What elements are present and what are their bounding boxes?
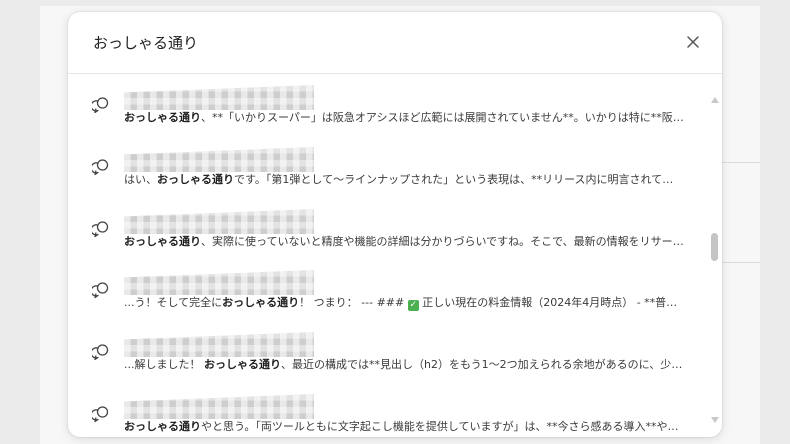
chat-bubble-icon — [92, 343, 110, 361]
redacted-title — [124, 270, 314, 295]
snippet-after: やと思う。「両ツールともに文字起こし機能を提供していますが」は、**今さら感ある… — [201, 420, 684, 433]
snippet-match: おっしゃる通り — [204, 358, 281, 371]
redacted-title — [124, 147, 314, 172]
snippet-match: おっしゃる通り — [124, 111, 201, 124]
scroll-down-arrow[interactable] — [711, 417, 719, 423]
close-button[interactable] — [682, 31, 704, 53]
chat-bubble-icon — [92, 281, 110, 299]
snippet-after: 、最近の構成では**見出し（h2）をもう1〜2つ加えられる余地があるのに、少なめ… — [281, 358, 684, 371]
snippet-after: 、**「いかりスーパー」は阪急オアシスほど広範には展開されていません**。いかり… — [201, 111, 684, 124]
dialog-header: おっしゃる通り — [68, 12, 722, 74]
chat-bubble-icon — [92, 96, 110, 114]
chat-bubble-icon — [92, 220, 110, 238]
result-item[interactable]: おっしゃる通りやと思う。「両ツールともに文字起こし機能を提供していますが」は、*… — [68, 390, 708, 437]
snippet-after: ！ つまり： --- ### ✓ 正しい現在の料金情報（2024年4月時点） -… — [299, 296, 684, 311]
snippet-after: 、実際に使っていないと精度や機能の詳細は分かりづらいですね。そこで、最新の情報を… — [201, 235, 684, 248]
snippet-before: ...解しました！ — [124, 358, 204, 371]
backdrop-divider — [722, 162, 760, 163]
snippet-after: です。「第1弾として〜ラインナップされた」という表現は、**リリース内に明言され… — [234, 173, 684, 186]
result-snippet: ...う！そして完全におっしゃる通り！ つまり： --- ### ✓ 正しい現在… — [124, 295, 684, 311]
backdrop-divider — [722, 262, 760, 263]
redacted-title — [124, 394, 314, 419]
check-icon: ✓ — [407, 300, 419, 311]
result-item[interactable]: はい、おっしゃる通りです。「第1弾として〜ラインナップされた」という表現は、**… — [68, 143, 708, 205]
redacted-title — [124, 332, 314, 357]
result-item[interactable]: ...う！そして完全におっしゃる通り！ つまり： --- ### ✓ 正しい現在… — [68, 266, 708, 328]
result-snippet: ...解しました！ おっしゃる通り、最近の構成では**見出し（h2）をもう1〜2… — [124, 357, 684, 373]
result-snippet: おっしゃる通りやと思う。「両ツールともに文字起こし機能を提供していますが」は、*… — [124, 419, 684, 435]
results-list: おっしゃる通り、**「いかりスーパー」は阪急オアシスほど広範には展開されていませ… — [68, 75, 708, 437]
redacted-title — [124, 209, 314, 234]
scroll-thumb[interactable] — [711, 233, 718, 261]
scrollbar[interactable] — [708, 75, 722, 437]
chat-bubble-icon — [92, 405, 110, 423]
snippet-before: はい、 — [124, 173, 157, 186]
scroll-up-arrow[interactable] — [711, 97, 719, 103]
result-item[interactable]: おっしゃる通り、**「いかりスーパー」は阪急オアシスほど広範には展開されていませ… — [68, 81, 708, 143]
result-snippet: おっしゃる通り、**「いかりスーパー」は阪急オアシスほど広範には展開されていませ… — [124, 110, 684, 126]
snippet-before: ...う！そして完全に — [124, 296, 223, 309]
close-icon — [687, 36, 699, 48]
chat-bubble-icon — [92, 158, 110, 176]
snippet-match: おっしゃる通り — [157, 173, 234, 186]
snippet-match: おっしゃる通り — [124, 420, 201, 433]
search-results-dialog: おっしゃる通り おっしゃる通り、**「いかりスーパー」は阪急オアシスほど広範には… — [68, 12, 722, 437]
result-snippet: はい、おっしゃる通りです。「第1弾として〜ラインナップされた」という表現は、**… — [124, 172, 684, 188]
result-item[interactable]: ...解しました！ おっしゃる通り、最近の構成では**見出し（h2）をもう1〜2… — [68, 328, 708, 390]
dialog-title: おっしゃる通り — [93, 34, 199, 52]
redacted-title — [124, 85, 314, 110]
result-snippet: おっしゃる通り、実際に使っていないと精度や機能の詳細は分かりづらいですね。そこで… — [124, 234, 684, 250]
result-item[interactable]: おっしゃる通り、実際に使っていないと精度や機能の詳細は分かりづらいですね。そこで… — [68, 205, 708, 267]
snippet-match: おっしゃる通り — [124, 235, 201, 248]
snippet-match: おっしゃる通り — [222, 296, 300, 309]
